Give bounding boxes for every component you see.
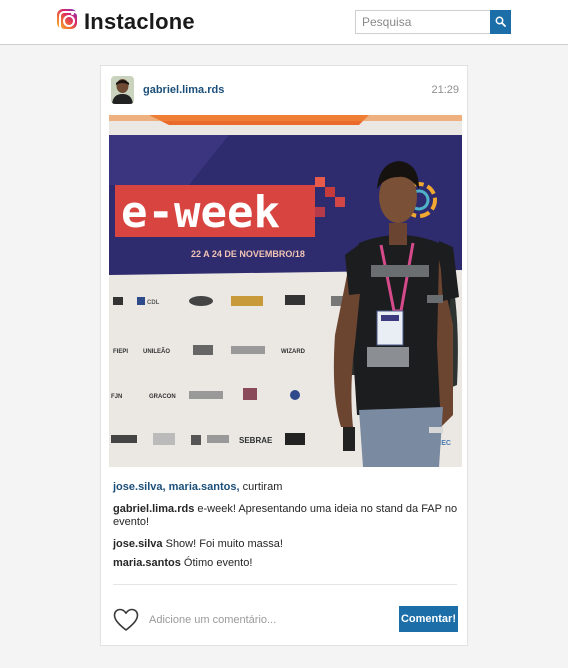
comment-item: jose.silva Show! Foi muito massa!	[113, 538, 458, 551]
sponsor-sebrae: SEBRAE	[239, 436, 273, 445]
post-photo[interactable]: e-week 22 A 24 DE NOVEMBRO/18 CDL FIEPI …	[109, 115, 462, 467]
comment-button[interactable]: Comentar!	[399, 606, 458, 632]
brand-title[interactable]: Instaclone	[84, 9, 195, 35]
banner-date: 22 A 24 DE NOVEMBRO/18	[191, 249, 305, 259]
top-navbar: Instaclone	[0, 0, 568, 45]
comment-user[interactable]: jose.silva	[113, 538, 163, 550]
search-input[interactable]	[355, 10, 490, 34]
comment-text: Ótimo evento!	[180, 557, 253, 569]
comment-user[interactable]: maria.santos	[113, 557, 181, 569]
search-icon	[495, 16, 506, 27]
comment-item: maria.santos Ótimo evento!	[113, 557, 458, 570]
sponsor-fjn: FJN	[111, 394, 122, 400]
sponsor-gracon: GRACON	[149, 394, 176, 400]
post-card: gabriel.lima.rds 21:29 e-week 22 A 24 DE…	[100, 65, 468, 646]
avatar[interactable]	[111, 76, 134, 104]
sponsor-fiepi: FIEPI	[113, 349, 128, 355]
likes-line: jose.silva, maria.santos, curtiram	[113, 481, 282, 493]
caption-user[interactable]: gabriel.lima.rds	[113, 503, 194, 515]
sponsor-cdl: CDL	[147, 300, 160, 306]
likers-links[interactable]: jose.silva, maria.santos,	[113, 481, 240, 493]
search-button[interactable]	[490, 10, 511, 34]
caption: gabriel.lima.rds e-week! Apresentando um…	[113, 503, 458, 529]
banner-title: e-week	[121, 187, 280, 238]
sponsor-wizard: WIZARD	[281, 349, 306, 355]
logo-dot	[71, 12, 74, 15]
heart-icon[interactable]	[113, 608, 139, 632]
divider	[113, 584, 457, 585]
comment-text: Show! Foi muito massa!	[162, 538, 283, 550]
post-time: 21:29	[431, 84, 459, 96]
likes-suffix: curtiram	[239, 481, 283, 493]
instagram-logo-icon[interactable]	[57, 9, 79, 31]
comment-input[interactable]	[146, 609, 386, 631]
sponsor-unileao: UNILEÃO	[143, 348, 170, 355]
post-username[interactable]: gabriel.lima.rds	[143, 84, 224, 96]
